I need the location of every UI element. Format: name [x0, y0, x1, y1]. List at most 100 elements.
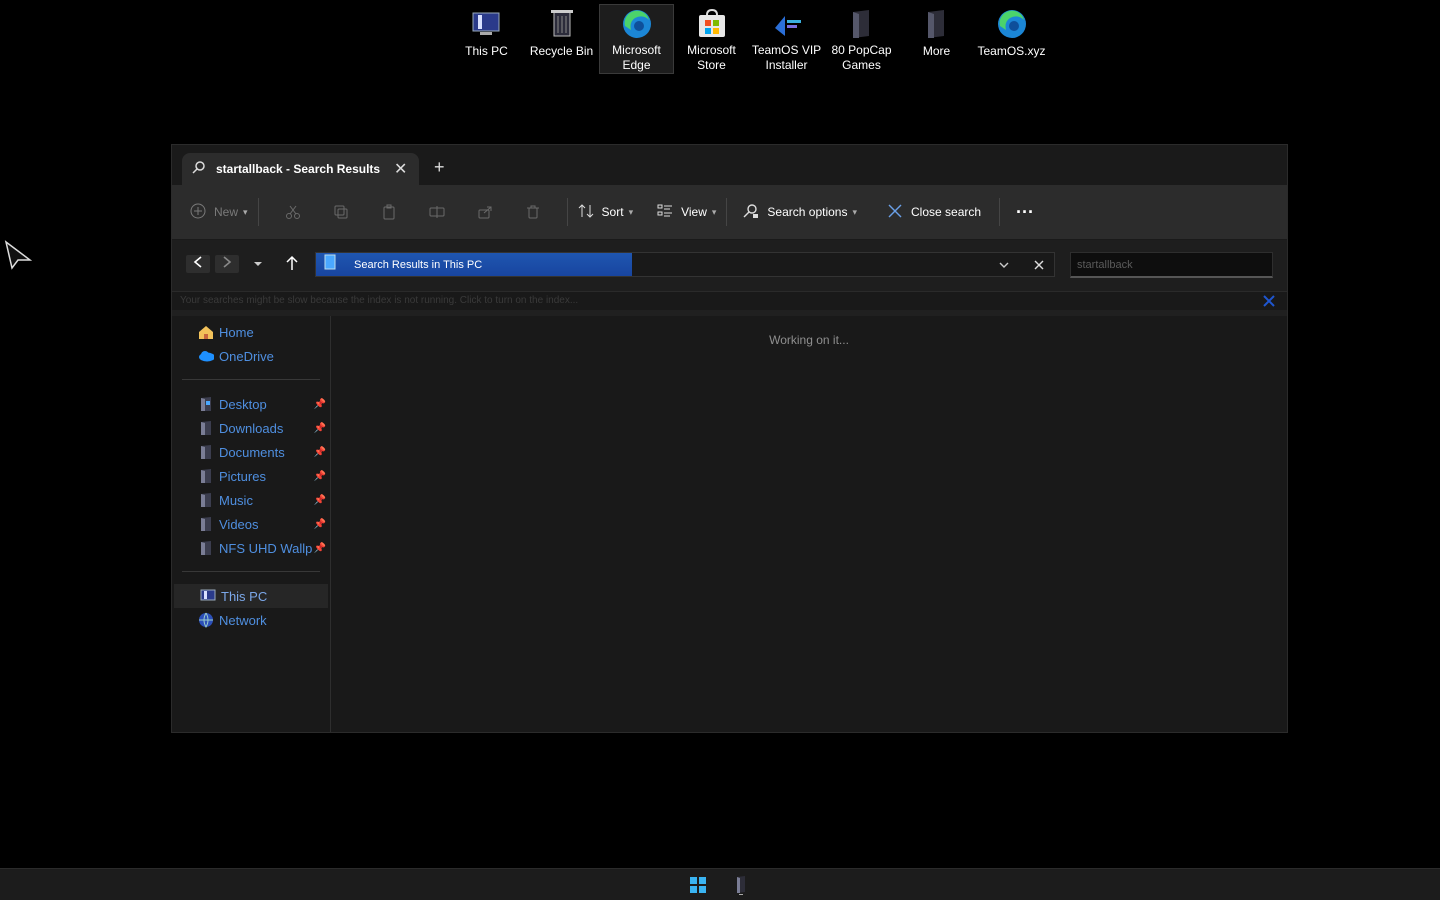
nav-item-label: Pictures [219, 468, 266, 484]
nav-item-onedrive[interactable]: OneDrive [172, 344, 330, 368]
desktop-icon-teamos-xyz[interactable]: TeamOS.xyz [974, 4, 1049, 74]
close-search-button[interactable]: Close search [887, 196, 981, 228]
delete-icon[interactable] [509, 196, 557, 228]
clear-address-icon[interactable] [1033, 258, 1045, 276]
desktop-icon-recycle-bin[interactable]: Recycle Bin [524, 4, 599, 74]
content-area: Home OneDrive Desktop 📌 Downloads 📌 Docu… [172, 316, 1287, 732]
tab-close-button[interactable]: ✕ [394, 159, 407, 179]
address-bar[interactable]: Search Results in This PC [315, 252, 1055, 277]
nav-item-home[interactable]: Home [172, 320, 330, 344]
start-button[interactable] [690, 877, 706, 898]
chevron-down-icon: ▾ [711, 206, 717, 217]
tab-search-results[interactable]: startallback - Search Results in This PC… [182, 153, 419, 185]
more-icon: ··· [1016, 201, 1035, 222]
close-icon [887, 203, 903, 222]
search-icon [192, 160, 206, 179]
new-button[interactable]: New ▾ [190, 196, 248, 228]
desktop-icon-edge[interactable]: Microsoft Edge [599, 4, 674, 74]
toolbar-divider [999, 198, 1001, 226]
nav-item-this-pc[interactable]: This PC [174, 584, 328, 608]
pictures-folder-icon [198, 468, 214, 484]
cut-icon[interactable] [269, 196, 317, 228]
nav-item-videos[interactable]: Videos 📌 [172, 512, 330, 536]
sort-button[interactable]: Sort ▾ [578, 196, 633, 228]
nav-item-pictures[interactable]: Pictures 📌 [172, 464, 330, 488]
search-results-folder-icon [324, 254, 338, 275]
mouse-cursor-icon [4, 240, 33, 275]
sort-label: Sort [601, 205, 624, 219]
up-button[interactable] [285, 255, 299, 276]
nav-item-label: Music [219, 492, 253, 508]
address-history-chevron-icon[interactable] [998, 258, 1010, 276]
new-tab-button[interactable]: + [434, 157, 445, 178]
navigation-pane: Home OneDrive Desktop 📌 Downloads 📌 Docu… [172, 316, 331, 732]
pin-icon: 📌 [313, 518, 326, 530]
folder-icon [198, 540, 214, 556]
pin-icon: 📌 [313, 470, 326, 482]
nav-item-label: This PC [221, 588, 268, 604]
recycle-bin-icon [545, 7, 579, 41]
nav-item-downloads[interactable]: Downloads 📌 [172, 416, 330, 440]
desktop-icon-teamos-installer[interactable]: TeamOS VIP Installer [749, 4, 824, 74]
pin-icon: 📌 [313, 446, 326, 458]
paste-icon[interactable] [365, 196, 413, 228]
recent-locations-dropdown[interactable] [252, 257, 264, 275]
taskbar-file-explorer[interactable] [734, 875, 748, 900]
index-warning-bar[interactable]: Your searches might be slow because the … [172, 292, 1287, 310]
desktop-icon-this-pc[interactable]: This PC [449, 4, 524, 74]
nav-item-documents[interactable]: Documents 📌 [172, 440, 330, 464]
folder-icon [845, 7, 879, 40]
copy-icon[interactable] [317, 196, 365, 228]
new-button-label: New [214, 205, 239, 219]
nav-item-nfs-wallpapers[interactable]: NFS UHD Wallp 📌 [172, 536, 330, 560]
nav-item-music[interactable]: Music 📌 [172, 488, 330, 512]
desktop-icon-popcap-games[interactable]: 80 PopCap Games [824, 4, 899, 74]
music-folder-icon [198, 492, 214, 508]
share-icon[interactable] [461, 196, 509, 228]
folder-icon [734, 876, 748, 899]
nav-item-label: Downloads [219, 420, 284, 436]
search-options-button[interactable]: Search options ▾ [743, 196, 857, 228]
view-label: View [681, 205, 707, 219]
nav-item-network[interactable]: Network [172, 608, 330, 632]
nav-item-label: Network [219, 612, 267, 628]
nav-item-label: Videos [219, 516, 259, 532]
folder-icon [920, 7, 954, 41]
desktop-icon-store[interactable]: Microsoft Store [674, 4, 749, 74]
chevron-down-icon: ▾ [243, 206, 248, 217]
desktop-folder-icon [198, 396, 214, 412]
up-arrow-icon [285, 255, 299, 275]
back-button[interactable] [186, 255, 210, 273]
close-search-label: Close search [911, 205, 982, 219]
desktop-icon-more[interactable]: More [899, 4, 974, 74]
forward-arrow-icon [221, 255, 233, 273]
rename-icon[interactable] [413, 196, 461, 228]
downloads-folder-icon [198, 420, 214, 436]
taskbar [0, 868, 1440, 900]
edge-icon [995, 7, 1029, 41]
index-warning-text: Your searches might be slow because the … [180, 295, 579, 306]
command-bar: New ▾ Sort ▾ View ▾ Search options ▾ Clo… [172, 185, 1287, 240]
more-options-button[interactable]: ··· [1016, 196, 1034, 228]
installer-icon [770, 7, 804, 40]
home-icon [198, 324, 214, 340]
search-input[interactable]: startallback [1070, 252, 1273, 278]
dismiss-warning-icon[interactable] [1263, 295, 1275, 314]
nav-item-label: Documents [219, 444, 285, 460]
toolbar-divider [257, 198, 259, 226]
loading-status: Working on it... [769, 333, 849, 347]
view-button[interactable]: View ▾ [657, 196, 716, 228]
pin-icon: 📌 [313, 398, 326, 410]
nav-item-desktop[interactable]: Desktop 📌 [172, 392, 330, 416]
search-options-label: Search options [767, 205, 848, 219]
pin-icon: 📌 [313, 422, 326, 434]
results-pane: Working on it... [331, 316, 1287, 732]
tab-title: startallback - Search Results in This PC [216, 162, 382, 176]
sort-icon [578, 203, 594, 222]
pin-icon: 📌 [313, 494, 326, 506]
nav-item-label: NFS UHD Wallp [219, 540, 313, 556]
this-pc-icon [200, 588, 216, 604]
forward-button[interactable] [215, 255, 239, 273]
tab-bar: startallback - Search Results in This PC… [172, 145, 1287, 185]
nav-item-label: Home [219, 324, 254, 340]
